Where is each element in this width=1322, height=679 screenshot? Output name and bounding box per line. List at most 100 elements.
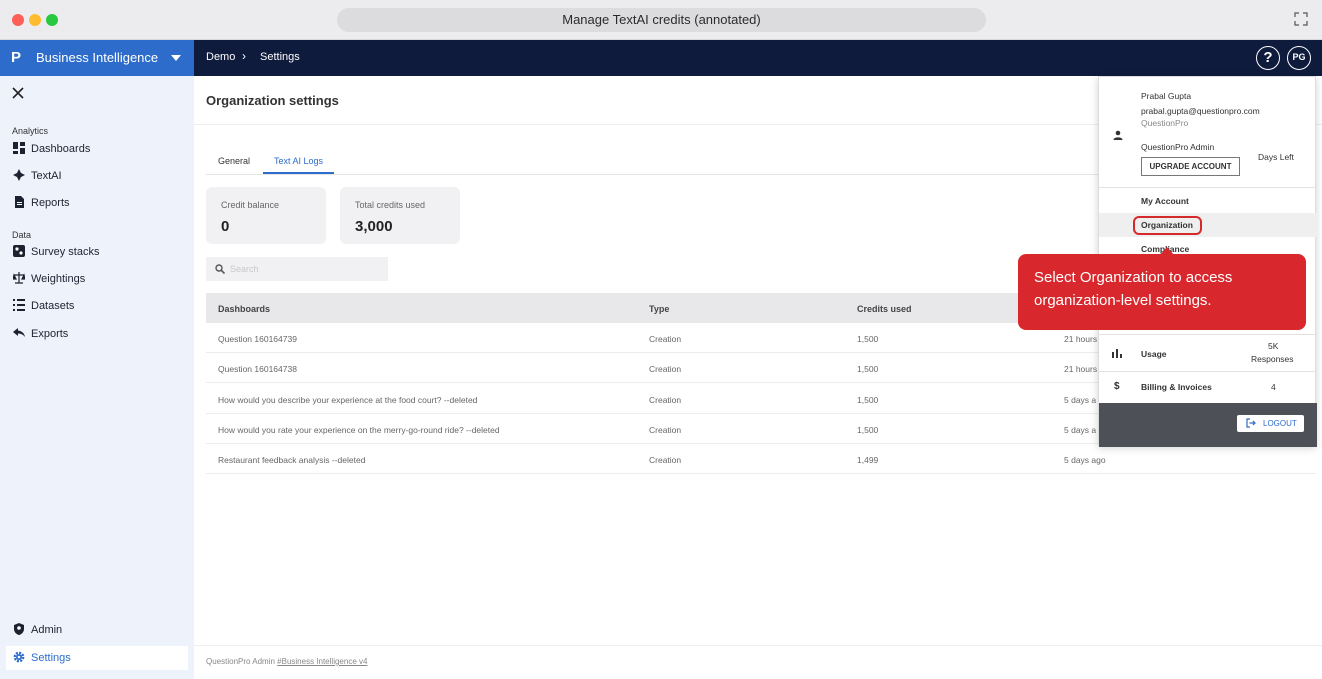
cell-type: Creation (649, 364, 682, 374)
sidebar-item-label: Settings (31, 652, 71, 664)
card-value: 3,000 (355, 218, 393, 235)
caret-down-icon (171, 55, 181, 61)
dropdown-footer: LOGOUT (1099, 403, 1317, 447)
breadcrumb-demo[interactable]: Demo (206, 51, 235, 63)
divider (1099, 371, 1317, 372)
footer: QuestionPro Admin #Business Intelligence… (206, 657, 367, 666)
cell-date: 21 hours (1064, 364, 1098, 374)
user-organization: QuestionPro (1141, 118, 1189, 128)
cell-dashboard: Restaurant feedback analysis --deleted (218, 455, 366, 465)
user-icon (1113, 130, 1123, 140)
list-icon (13, 299, 25, 311)
tab-general[interactable]: General (218, 156, 250, 166)
footer-text: QuestionPro Admin (206, 657, 278, 666)
billing-count: 4 (1271, 382, 1276, 392)
menu-item-label: Organization (1141, 220, 1193, 230)
menu-item-organization[interactable]: Organization (1099, 213, 1317, 237)
section-label-data: Data (12, 230, 32, 240)
upgrade-account-button[interactable]: UPGRADE ACCOUNT (1141, 157, 1240, 176)
window-title: Manage TextAI credits (annotated) (337, 8, 986, 32)
section-label-analytics: Analytics (12, 126, 49, 136)
footer-version-link[interactable]: #Business Intelligence v4 (277, 657, 367, 666)
dollar-icon: $ (1114, 381, 1120, 392)
divider (194, 645, 1322, 646)
days-left-label: Days Left (1258, 152, 1294, 162)
menu-item-label: My Account (1141, 196, 1189, 206)
cell-credits: 1,500 (857, 364, 879, 374)
sidebar-item-admin[interactable]: Admin (6, 618, 188, 642)
divider (1099, 187, 1317, 188)
annotation-tooltip: Select Organization to access organizati… (1018, 254, 1306, 330)
product-switcher[interactable]: P Business Intelligence (0, 40, 194, 76)
cell-dashboard: Question 160164739 (218, 334, 297, 344)
sidebar-item-label: Dashboards (31, 143, 91, 155)
sidebar-item-exports[interactable]: Exports (6, 322, 188, 346)
sidebar-item-label: Exports (31, 328, 69, 340)
sidebar-item-survey-stacks[interactable]: Survey stacks (6, 240, 188, 264)
user-name: Prabal Gupta (1141, 91, 1192, 101)
cell-credits: 1,500 (857, 425, 879, 435)
cell-date: 5 days ago (1064, 455, 1106, 465)
billing-invoices-label[interactable]: Billing & Invoices (1141, 382, 1212, 392)
sidebar-item-label: Survey stacks (31, 246, 100, 258)
admin-icon (14, 623, 24, 635)
column-header-dashboards[interactable]: Dashboards (218, 304, 270, 314)
logout-label: LOGOUT (1263, 419, 1297, 428)
close-icon[interactable] (11, 86, 25, 100)
breadcrumb-settings: Settings (260, 51, 300, 63)
sidebar-item-label: Weightings (31, 273, 86, 285)
card-label: Credit balance (221, 200, 280, 210)
logout-button[interactable]: LOGOUT (1237, 415, 1304, 432)
bar-chart-icon (1112, 349, 1122, 358)
close-window-button[interactable] (12, 14, 24, 26)
report-icon (15, 196, 24, 208)
cell-dashboard: How would you describe your experience a… (218, 395, 478, 405)
credit-balance-card: Credit balance 0 (206, 187, 326, 244)
column-header-type[interactable]: Type (649, 304, 669, 314)
cell-type: Creation (649, 334, 682, 344)
sidebar-item-label: Admin (31, 624, 63, 636)
search-input[interactable] (206, 257, 388, 281)
tab-text-ai-logs[interactable]: Text AI Logs (274, 156, 323, 166)
share-icon (13, 328, 25, 337)
cell-dashboard: Question 160164738 (218, 364, 297, 374)
cell-dashboard: How would you rate your experience on th… (218, 425, 500, 435)
sidebar-item-textai[interactable]: TextAI (6, 164, 188, 188)
page-title: Organization settings (206, 93, 339, 108)
sidebar: Analytics Dashboards TextAI Reports Data… (0, 76, 194, 679)
table-row[interactable]: Restaurant feedback analysis --deleted C… (206, 444, 1316, 474)
sidebar-item-settings[interactable]: Settings (6, 646, 188, 670)
search-icon (215, 264, 225, 274)
menu-item-my-account[interactable]: My Account (1099, 189, 1317, 213)
avatar[interactable]: PG (1287, 46, 1311, 70)
column-header-credits-used[interactable]: Credits used (857, 304, 912, 314)
card-value: 0 (221, 218, 230, 235)
total-credits-card: Total credits used 3,000 (340, 187, 460, 244)
card-label: Total credits used (355, 200, 426, 210)
sidebar-item-label: TextAI (31, 170, 62, 182)
gear-icon (13, 651, 25, 663)
cell-date: 5 days a (1064, 425, 1097, 435)
cell-credits: 1,499 (857, 455, 879, 465)
sidebar-item-dashboards[interactable]: Dashboards (6, 137, 188, 161)
logout-icon (1246, 418, 1256, 428)
zoom-window-button[interactable] (46, 14, 58, 26)
dashboard-icon (13, 142, 25, 154)
cell-credits: 1,500 (857, 334, 879, 344)
window-titlebar: Manage TextAI credits (annotated) (0, 0, 1322, 40)
sidebar-item-label: Reports (31, 197, 70, 209)
expand-icon[interactable] (1294, 12, 1308, 26)
stack-icon (13, 245, 25, 257)
sidebar-item-weightings[interactable]: Weightings (6, 267, 188, 291)
usage-label[interactable]: Usage (1141, 349, 1167, 359)
sidebar-item-reports[interactable]: Reports (6, 191, 188, 215)
questionpro-logo: P (11, 49, 22, 66)
help-icon[interactable]: ? (1256, 46, 1280, 70)
chevron-right-icon: › (242, 49, 246, 63)
minimize-window-button[interactable] (29, 14, 41, 26)
user-email: prabal.gupta@questionpro.com (1141, 106, 1260, 116)
top-navigation-bar: P Business Intelligence Demo › Settings … (0, 40, 1322, 76)
divider (1099, 334, 1317, 335)
plan-name: QuestionPro Admin (1141, 142, 1215, 152)
sidebar-item-datasets[interactable]: Datasets (6, 294, 188, 318)
